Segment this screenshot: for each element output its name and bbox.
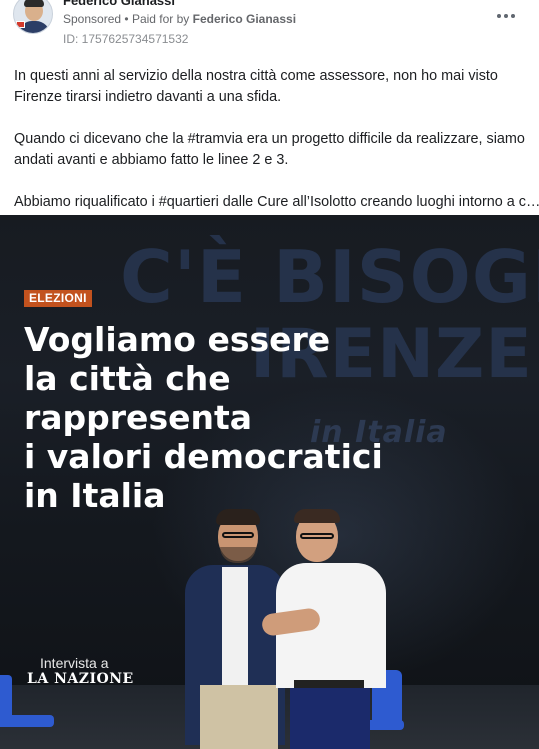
headline-line: rappresenta: [24, 398, 253, 437]
ad-creative-image[interactable]: C'È BISOGNO IRENZE in Italia ELEZIONI Vo…: [0, 215, 539, 749]
post-text-line: In questi anni al servizio della nostra …: [14, 68, 498, 84]
hashtag-quartieri[interactable]: #quartieri: [159, 194, 219, 210]
creative-headline: Vogliamo essere la città che rappresenta…: [24, 320, 494, 515]
category-tag: ELEZIONI: [24, 290, 92, 307]
interview-label: Intervista a: [40, 655, 109, 671]
author-name[interactable]: Federico Gianassi: [63, 0, 175, 8]
headline-line: i valori democratici: [24, 437, 383, 476]
paid-for-name[interactable]: Federico Gianassi: [193, 12, 296, 26]
separator-dot: •: [124, 12, 129, 26]
sponsored-label: Sponsored: [63, 12, 122, 26]
more-horizontal-icon[interactable]: [495, 8, 517, 24]
post-text-line: Abbiamo riqualificato i #quartieri dalle…: [14, 194, 539, 210]
headline-line: in Italia: [24, 476, 166, 515]
post-text-line: Firenze tirarsi indietro davanti a una s…: [14, 89, 282, 105]
headline-line: Vogliamo essere: [24, 320, 331, 359]
ad-id: ID: 1757625734571532: [63, 32, 189, 46]
paid-for-prefix: Paid for by: [131, 12, 190, 26]
flag-badge-icon: [16, 21, 25, 28]
sponsored-line: Sponsored • Paid for by Federico Gianass…: [63, 12, 296, 26]
publication-logo: LA NAZIONE: [27, 671, 134, 687]
post-body-text: In questi anni al servizio della nostra …: [14, 66, 539, 213]
background-slogan: C'È BISOGNO: [120, 235, 539, 319]
post-text-line: Quando ci dicevano che la #tramvia era u…: [14, 131, 525, 147]
hashtag-tramvia[interactable]: #tramvia: [188, 131, 243, 147]
post-header: Federico Gianassi Sponsored • Paid for b…: [0, 0, 539, 56]
headline-line: la città che: [24, 359, 231, 398]
post-text-line: andati avanti e abbiamo fatto le linee 2…: [14, 152, 289, 168]
author-avatar[interactable]: [13, 0, 53, 34]
chair: [0, 715, 54, 727]
